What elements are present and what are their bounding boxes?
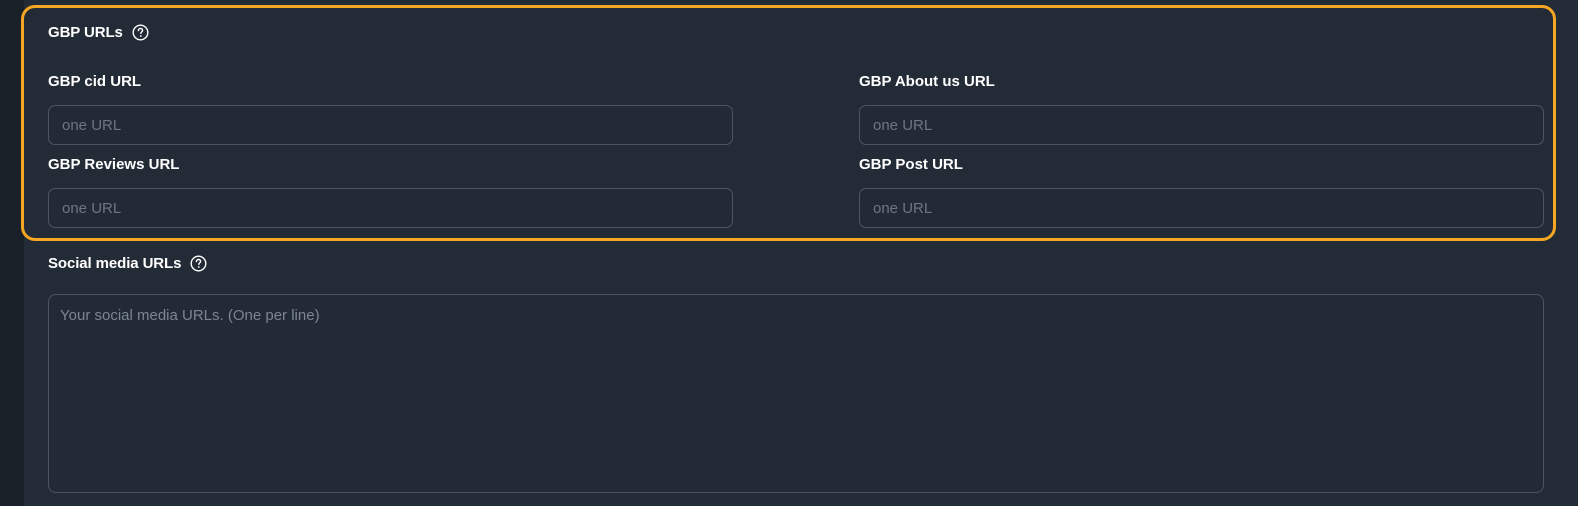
gbp-urls-title: GBP URLs <box>48 24 123 41</box>
social-media-urls-textarea[interactable] <box>48 294 1544 493</box>
gbp-cid-url-input[interactable] <box>48 105 733 145</box>
gbp-about-us-url-input[interactable] <box>859 105 1544 145</box>
gbp-post-url-label: GBP Post URL <box>859 156 963 173</box>
gbp-reviews-url-input[interactable] <box>48 188 733 228</box>
social-media-urls-heading: Social media URLs <box>48 255 207 272</box>
gbp-about-us-url-label: GBP About us URL <box>859 73 995 90</box>
gbp-post-url-input[interactable] <box>859 188 1544 228</box>
gbp-reviews-url-label: GBP Reviews URL <box>48 156 180 173</box>
gbp-cid-url-label: GBP cid URL <box>48 73 142 90</box>
question-circle-icon[interactable] <box>190 255 207 272</box>
gbp-urls-heading: GBP URLs <box>48 24 149 41</box>
social-media-urls-title: Social media URLs <box>48 255 182 272</box>
question-circle-icon[interactable] <box>132 24 149 41</box>
